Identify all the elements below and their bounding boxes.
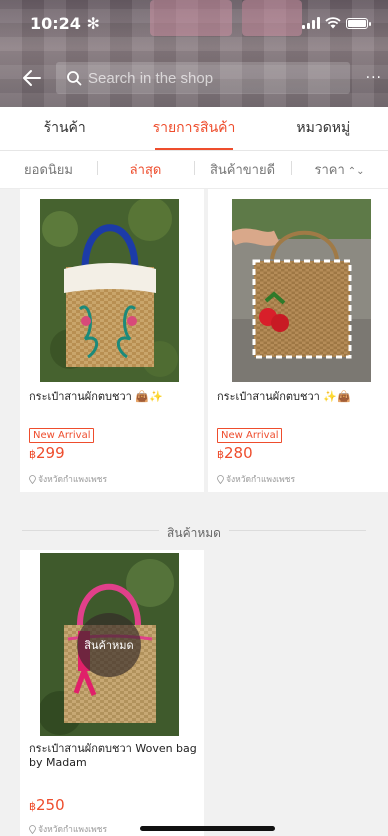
search-icon xyxy=(66,70,82,86)
sort-latest[interactable]: ล่าสุด xyxy=(97,159,194,180)
status-bar: 10:24 ✻ xyxy=(0,14,388,36)
sort-best-selling[interactable]: สินค้าขายดี xyxy=(194,159,291,180)
currency-symbol: ฿ xyxy=(29,448,36,461)
product-name: กระเป๋าสานผักตบชวา Woven bag by Madam xyxy=(29,742,197,769)
tab-products[interactable]: รายการสินค้า xyxy=(129,107,258,150)
location-text: จังหวัดกำแพงเพชร xyxy=(226,475,296,485)
soldout-section-title: สินค้าหมด xyxy=(0,522,388,543)
wifi-icon xyxy=(325,17,341,29)
location-text: จังหวัดกำแพงเพชร xyxy=(38,475,108,485)
soldout-product-card[interactable]: สินค้าหมด กระเป๋าสานผักตบชวา Woven bag b… xyxy=(20,550,204,836)
product-location: จังหวัดกำแพงเพชร xyxy=(29,472,107,486)
sort-label: ราคา xyxy=(314,163,345,178)
product-image xyxy=(40,199,179,382)
product-card[interactable]: กระเป๋าสานผักตบชวา ✨👜 New Arrival ฿280 จ… xyxy=(208,196,388,492)
product-price: ฿280 xyxy=(217,444,253,462)
search-input[interactable] xyxy=(88,69,328,87)
sort-bar: ยอดนิยม ล่าสุด สินค้าขายดี ราคา ⌃⌄ xyxy=(0,151,388,189)
product-price: ฿250 xyxy=(29,796,65,814)
previous-card-edge xyxy=(208,189,388,196)
sort-popular[interactable]: ยอดนิยม xyxy=(0,159,97,180)
currency-symbol: ฿ xyxy=(29,800,36,813)
price-value: 250 xyxy=(36,796,65,814)
price-value: 280 xyxy=(224,444,253,462)
product-location: จังหวัดกำแพงเพชร xyxy=(217,472,295,486)
battery-icon xyxy=(346,17,371,29)
shop-header: 10:24 ✻ Search in the shop ··· xyxy=(0,0,388,107)
location-text: จังหวัดกำแพงเพชร xyxy=(38,825,108,835)
product-name: กระเป๋าสานผักตบชวา 👜✨ xyxy=(29,390,163,403)
tab-shop[interactable]: ร้านค้า xyxy=(0,107,129,150)
soldout-overlay: สินค้าหมด xyxy=(77,613,141,677)
price-value: 299 xyxy=(36,444,65,462)
location-pin-icon xyxy=(29,824,36,834)
soldout-section-label: สินค้าหมด xyxy=(159,526,229,540)
sort-label: ล่าสุด xyxy=(129,163,162,178)
sort-arrows-icon: ⌃⌄ xyxy=(347,166,365,177)
shop-search-box[interactable] xyxy=(56,62,350,94)
sort-label: สินค้าขายดี xyxy=(209,163,276,178)
product-location: จังหวัดกำแพงเพชร xyxy=(29,822,107,836)
new-arrival-badge: New Arrival xyxy=(217,428,283,443)
product-image xyxy=(232,199,371,382)
product-name: กระเป๋าสานผักตบชวา ✨👜 xyxy=(217,390,351,403)
tab-categories[interactable]: หมวดหมู่ xyxy=(259,107,388,150)
sort-label: ยอดนิยม xyxy=(24,163,73,178)
back-arrow-icon[interactable] xyxy=(20,66,44,90)
previous-card-edge xyxy=(20,189,204,196)
sort-price[interactable]: ราคา ⌃⌄ xyxy=(291,159,388,180)
product-price: ฿299 xyxy=(29,444,65,462)
currency-symbol: ฿ xyxy=(217,448,224,461)
home-indicator[interactable] xyxy=(140,826,275,831)
location-pin-icon xyxy=(217,474,224,484)
header-nav: ··· xyxy=(0,60,388,96)
signal-icon xyxy=(302,17,320,29)
more-options-icon[interactable]: ··· xyxy=(366,70,382,86)
product-card[interactable]: กระเป๋าสานผักตบชวา 👜✨ New Arrival ฿299 จ… xyxy=(20,196,204,492)
location-pin-icon xyxy=(29,474,36,484)
shop-tabs: ร้านค้า รายการสินค้า หมวดหมู่ xyxy=(0,107,388,151)
product-image: สินค้าหมด xyxy=(40,553,179,736)
new-arrival-badge: New Arrival xyxy=(29,428,95,443)
status-icons xyxy=(302,17,371,29)
status-time: 10:24 ✻ xyxy=(30,14,100,33)
